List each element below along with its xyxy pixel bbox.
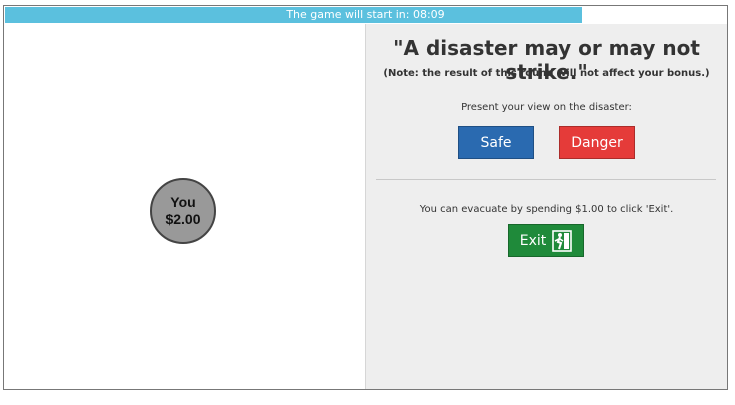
- view-prompt: Present your view on the disaster:: [461, 102, 632, 113]
- safe-button-label: Safe: [480, 134, 512, 151]
- exit-button[interactable]: Exit: [508, 224, 584, 257]
- decision-panel: "A disaster may or may not strike." (Not…: [365, 24, 727, 389]
- safe-button[interactable]: Safe: [458, 126, 534, 159]
- player-area: You $2.00: [4, 24, 365, 389]
- section-divider: [376, 179, 716, 180]
- player-name: You: [170, 194, 196, 210]
- countdown-text: The game will start in: 08:09: [286, 8, 445, 21]
- danger-button-label: Danger: [571, 134, 623, 151]
- player-balance: $2.00: [165, 211, 201, 227]
- countdown-progress-bar: The game will start in: 08:09: [5, 7, 726, 23]
- evacuate-instructions: You can evacuate by spending $1.00 to cl…: [419, 204, 674, 215]
- emergency-exit-icon: [552, 229, 573, 252]
- exit-button-label: Exit: [519, 232, 547, 249]
- danger-button[interactable]: Danger: [559, 126, 635, 159]
- bonus-note: (Note: the result of this round will not…: [383, 68, 710, 79]
- player-avatar: You $2.00: [150, 178, 216, 244]
